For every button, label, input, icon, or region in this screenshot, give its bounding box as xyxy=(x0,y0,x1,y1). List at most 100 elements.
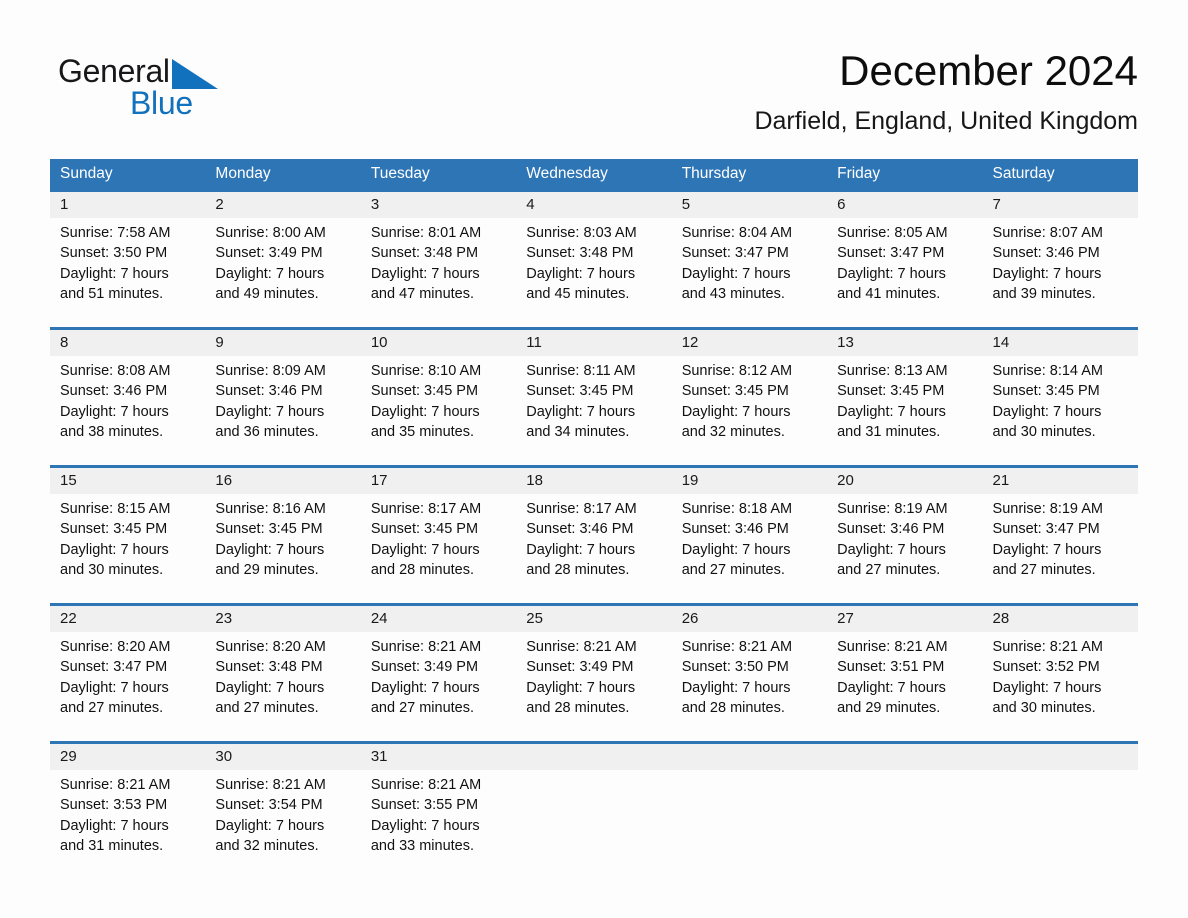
day-number[interactable]: 14 xyxy=(983,330,1138,356)
day-number[interactable]: 28 xyxy=(983,606,1138,632)
day-cell[interactable]: Sunrise: 8:13 AM Sunset: 3:45 PM Dayligh… xyxy=(827,356,982,465)
day-cell[interactable]: Sunrise: 8:14 AM Sunset: 3:45 PM Dayligh… xyxy=(983,356,1138,465)
day-number[interactable]: 30 xyxy=(205,744,360,770)
day-cell[interactable]: Sunrise: 8:00 AM Sunset: 3:49 PM Dayligh… xyxy=(205,218,360,327)
sunset-text: Sunset: 3:48 PM xyxy=(215,659,323,676)
daylight-text-line2: and 35 minutes. xyxy=(370,423,475,440)
day-number[interactable]: 23 xyxy=(205,606,360,632)
day-cell[interactable]: Sunrise: 8:15 AM Sunset: 3:45 PM Dayligh… xyxy=(50,494,205,603)
day-number[interactable]: 19 xyxy=(672,468,827,494)
sunrise-text: Sunrise: 8:01 AM xyxy=(370,225,482,241)
sunrise-text: Sunrise: 8:03 AM xyxy=(526,225,637,241)
day-cell[interactable]: Sunrise: 8:19 AM Sunset: 3:47 PM Dayligh… xyxy=(983,494,1138,603)
day-number[interactable]: 2 xyxy=(205,192,360,218)
day-cell[interactable]: Sunrise: 8:04 AM Sunset: 3:47 PM Dayligh… xyxy=(672,218,827,327)
day-cell[interactable]: Sunrise: 8:05 AM Sunset: 3:47 PM Dayligh… xyxy=(827,218,982,327)
day-cell[interactable]: Sunrise: 8:19 AM Sunset: 3:46 PM Dayligh… xyxy=(827,494,982,603)
sunrise-text: Sunrise: 8:21 AM xyxy=(992,639,1103,655)
day-cell[interactable]: Sunrise: 8:17 AM Sunset: 3:46 PM Dayligh… xyxy=(516,494,671,603)
day-number[interactable]: 22 xyxy=(50,606,205,632)
weekday-header-tuesday: Tuesday xyxy=(370,165,430,182)
sunrise-text: Sunrise: 8:13 AM xyxy=(837,363,948,379)
day-number[interactable]: 5 xyxy=(672,192,827,218)
day-cell[interactable]: Sunrise: 8:21 AM Sunset: 3:51 PM Dayligh… xyxy=(827,632,982,741)
weekday-header-thursday: Thursday xyxy=(681,165,747,182)
day-number[interactable]: 16 xyxy=(205,468,360,494)
sunrise-text: Sunrise: 8:19 AM xyxy=(992,501,1103,517)
day-number[interactable]: 13 xyxy=(827,330,982,356)
day-cell[interactable]: Sunrise: 8:03 AM Sunset: 3:48 PM Dayligh… xyxy=(516,218,671,327)
day-number[interactable]: 11 xyxy=(516,330,671,356)
day-number[interactable]: 27 xyxy=(827,606,982,632)
daylight-text-line2: and 32 minutes. xyxy=(215,837,319,854)
day-cell[interactable]: Sunrise: 8:17 AM Sunset: 3:45 PM Dayligh… xyxy=(361,494,516,603)
title-block: December 2024 Darfield, England, United … xyxy=(754,46,1138,138)
day-number[interactable]: 15 xyxy=(50,468,205,494)
day-number[interactable]: 8 xyxy=(50,330,205,356)
day-number[interactable]: 6 xyxy=(827,192,982,218)
daylight-text-line2: and 27 minutes. xyxy=(60,699,164,716)
day-number[interactable]: 9 xyxy=(205,330,360,356)
day-number[interactable]: 12 xyxy=(672,330,827,356)
day-cell[interactable]: Sunrise: 8:10 AM Sunset: 3:45 PM Dayligh… xyxy=(361,356,516,465)
daylight-text-line1: Daylight: 7 hours xyxy=(215,679,325,696)
day-cell[interactable]: Sunrise: 8:09 AM Sunset: 3:46 PM Dayligh… xyxy=(205,356,360,465)
day-cell[interactable]: Sunrise: 8:18 AM Sunset: 3:46 PM Dayligh… xyxy=(672,494,827,603)
day-number[interactable]: 17 xyxy=(361,468,516,494)
day-number[interactable]: 18 xyxy=(516,468,671,494)
day-number[interactable]: 25 xyxy=(516,606,671,632)
day-cell[interactable]: Sunrise: 8:12 AM Sunset: 3:45 PM Dayligh… xyxy=(672,356,827,465)
sunset-text: Sunset: 3:45 PM xyxy=(370,383,479,400)
sunset-text: Sunset: 3:47 PM xyxy=(681,245,789,262)
day-cell[interactable]: Sunrise: 8:21 AM Sunset: 3:53 PM Dayligh… xyxy=(50,770,205,879)
sunset-text: Sunset: 3:47 PM xyxy=(837,245,945,262)
general-blue-logo[interactable]: General Blue xyxy=(58,54,358,134)
day-number[interactable]: 24 xyxy=(361,606,516,632)
sunrise-text: Sunrise: 8:08 AM xyxy=(60,363,171,379)
day-cell[interactable]: Sunrise: 8:07 AM Sunset: 3:46 PM Dayligh… xyxy=(983,218,1138,327)
day-number[interactable]: 29 xyxy=(50,744,205,770)
calendar-grid: Sunday Monday Tuesday Wednesday Thursday… xyxy=(50,159,1138,879)
day-cell[interactable]: Sunrise: 8:21 AM Sunset: 3:52 PM Dayligh… xyxy=(983,632,1138,741)
sunrise-text: Sunrise: 8:20 AM xyxy=(215,639,326,655)
day-cell[interactable]: Sunrise: 7:58 AM Sunset: 3:50 PM Dayligh… xyxy=(50,218,205,327)
daylight-text-line1: Daylight: 7 hours xyxy=(60,265,169,282)
day-cell[interactable]: Sunrise: 8:21 AM Sunset: 3:55 PM Dayligh… xyxy=(361,770,516,879)
sunset-text: Sunset: 3:48 PM xyxy=(370,245,479,262)
day-cell[interactable]: Sunrise: 8:16 AM Sunset: 3:45 PM Dayligh… xyxy=(205,494,360,603)
weekday-header-friday: Friday xyxy=(837,165,881,182)
logo-top-row: General xyxy=(58,54,358,90)
calendar-week-row: 8 9 10 11 12 13 14 Sunrise: 8:08 AM Suns… xyxy=(50,327,1138,465)
sunset-text: Sunset: 3:46 PM xyxy=(992,245,1100,262)
day-cell[interactable]: Sunrise: 8:21 AM Sunset: 3:50 PM Dayligh… xyxy=(672,632,827,741)
daylight-text-line1: Daylight: 7 hours xyxy=(992,679,1102,696)
sunset-text: Sunset: 3:55 PM xyxy=(370,797,479,814)
day-cell[interactable]: Sunrise: 8:21 AM Sunset: 3:54 PM Dayligh… xyxy=(205,770,360,879)
daylight-text-line1: Daylight: 7 hours xyxy=(215,817,325,834)
day-number[interactable]: 10 xyxy=(361,330,516,356)
day-cell[interactable]: Sunrise: 8:08 AM Sunset: 3:46 PM Dayligh… xyxy=(50,356,205,465)
day-cell[interactable]: Sunrise: 8:01 AM Sunset: 3:48 PM Dayligh… xyxy=(361,218,516,327)
day-cell[interactable]: Sunrise: 8:21 AM Sunset: 3:49 PM Dayligh… xyxy=(361,632,516,741)
day-number[interactable]: 3 xyxy=(361,192,516,218)
page-title: December 2024 xyxy=(839,47,1138,94)
sunset-text: Sunset: 3:45 PM xyxy=(60,521,168,538)
day-number[interactable]: 20 xyxy=(827,468,982,494)
sunset-text: Sunset: 3:51 PM xyxy=(837,659,945,676)
day-number[interactable]: 31 xyxy=(361,744,516,770)
weekday-header-sunday: Sunday xyxy=(60,165,113,182)
day-cell[interactable]: Sunrise: 8:21 AM Sunset: 3:49 PM Dayligh… xyxy=(516,632,671,741)
day-number[interactable]: 26 xyxy=(672,606,827,632)
day-cell[interactable]: Sunrise: 8:20 AM Sunset: 3:48 PM Dayligh… xyxy=(205,632,360,741)
day-cell[interactable]: Sunrise: 8:11 AM Sunset: 3:45 PM Dayligh… xyxy=(516,356,671,465)
sunrise-text: Sunrise: 8:04 AM xyxy=(681,225,793,241)
sunrise-text: Sunrise: 8:21 AM xyxy=(60,777,171,793)
day-number[interactable]: 1 xyxy=(50,192,205,218)
location-subtitle: Darfield, England, United Kingdom xyxy=(754,107,1138,135)
day-number[interactable]: 4 xyxy=(516,192,671,218)
sunset-text: Sunset: 3:45 PM xyxy=(837,383,945,400)
day-number[interactable]: 21 xyxy=(983,468,1138,494)
day-cell[interactable]: Sunrise: 8:20 AM Sunset: 3:47 PM Dayligh… xyxy=(50,632,205,741)
day-number[interactable]: 7 xyxy=(983,192,1138,218)
weekday-header-row: Sunday Monday Tuesday Wednesday Thursday… xyxy=(50,159,1138,189)
